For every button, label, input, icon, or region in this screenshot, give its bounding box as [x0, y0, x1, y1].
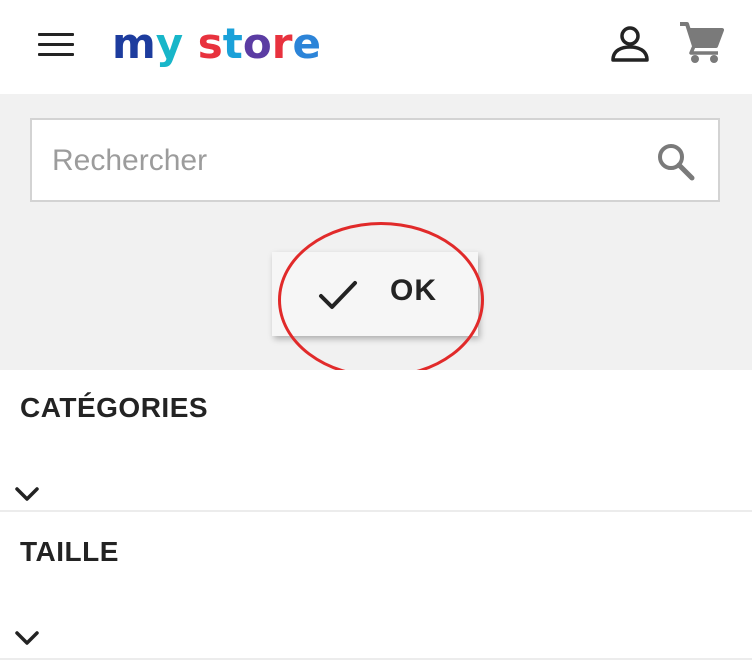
logo-letter: y — [155, 19, 184, 68]
shopping-cart-icon[interactable] — [678, 20, 724, 64]
facet-categories: CATÉGORIES — [0, 370, 752, 512]
search-area: OK — [0, 94, 752, 370]
chevron-down-icon[interactable] — [14, 628, 40, 648]
menu-bar — [38, 33, 74, 36]
hamburger-menu-icon[interactable] — [38, 32, 74, 58]
search-box — [30, 118, 720, 202]
menu-bar — [38, 43, 74, 46]
user-account-icon[interactable] — [608, 24, 652, 64]
logo-letter: o — [242, 19, 272, 68]
search-input[interactable] — [52, 138, 632, 184]
chevron-down-icon[interactable] — [14, 484, 40, 504]
ok-button[interactable]: OK — [272, 252, 478, 336]
logo-letter: t — [222, 19, 243, 68]
menu-bar — [38, 53, 74, 56]
logo-letter: e — [292, 19, 321, 68]
facet-taille: TAILLE — [0, 514, 752, 660]
header: my store — [0, 0, 752, 94]
check-icon — [319, 281, 357, 309]
facet-title: CATÉGORIES — [20, 392, 209, 423]
logo-letter: s — [197, 19, 223, 68]
logo-space — [183, 19, 198, 68]
logo-letter: r — [271, 19, 293, 68]
logo-letter: m — [112, 19, 156, 68]
search-icon[interactable] — [656, 142, 696, 182]
ok-label: OK — [390, 274, 437, 307]
facet-title: TAILLE — [20, 536, 119, 567]
store-logo[interactable]: my store — [112, 16, 321, 72]
